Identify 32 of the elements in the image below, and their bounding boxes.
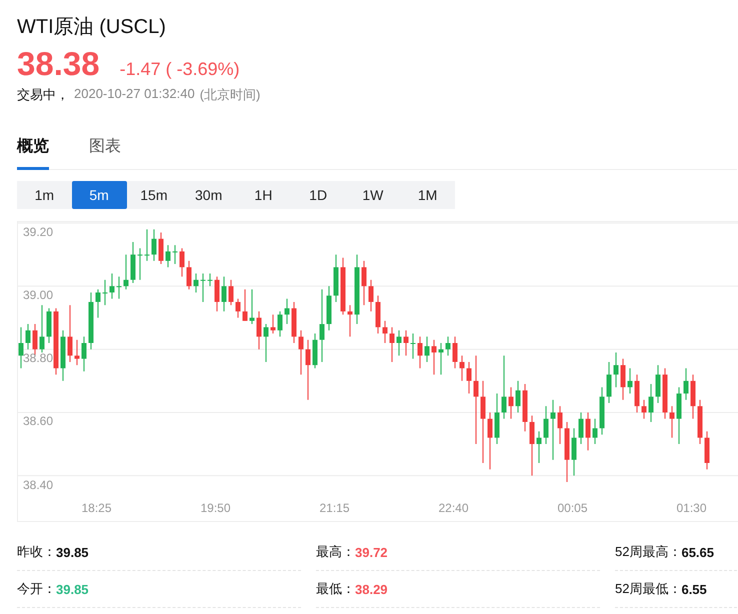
tab[interactable]: 概览 — [17, 128, 49, 170]
stat-value: 39.85 — [56, 582, 89, 596]
timestamp: 2020-10-27 01:32:40 — [74, 86, 195, 103]
instrument-title: WTI原油 (USCL) — [17, 15, 167, 39]
axis-label: 18:25 — [82, 501, 112, 515]
stat-label: 52周最高： — [615, 543, 682, 561]
axis-label: 38.60 — [23, 414, 54, 428]
axis-label: 00:05 — [558, 501, 588, 515]
axis-label: 38.40 — [23, 478, 54, 492]
stat-value: 39.85 — [56, 544, 89, 560]
axis-label: 39.00 — [23, 288, 54, 302]
stat-label: 52周最低： — [615, 580, 682, 598]
axis-label: 39.20 — [23, 225, 54, 239]
stat-value: 6.55 — [681, 582, 707, 596]
axis-label: 38.80 — [23, 351, 54, 366]
axis-label: 19:50 — [200, 501, 231, 515]
stat-value: 39.72 — [355, 544, 388, 560]
axis-label: 21:15 — [320, 501, 350, 515]
last-price: 38.38 — [17, 45, 100, 83]
tab[interactable]: 图表 — [89, 128, 121, 170]
axis-label: 01:30 — [676, 501, 707, 515]
stat-value: 38.29 — [355, 582, 388, 596]
axis-label: 22:40 — [438, 501, 469, 515]
price-change: -1.47 ( -3.69%) — [120, 59, 240, 80]
stat-label: 昨收： — [17, 543, 56, 561]
stat-label: 最高： — [316, 543, 355, 561]
stat-label: 最低： — [316, 580, 355, 598]
stat-value: 65.65 — [681, 544, 714, 560]
period-button[interactable]: 5m — [72, 181, 126, 209]
trading-status: 交易中， — [17, 86, 69, 104]
stat-label: 今开： — [17, 580, 56, 598]
timezone-label: (北京时间) — [200, 86, 260, 104]
